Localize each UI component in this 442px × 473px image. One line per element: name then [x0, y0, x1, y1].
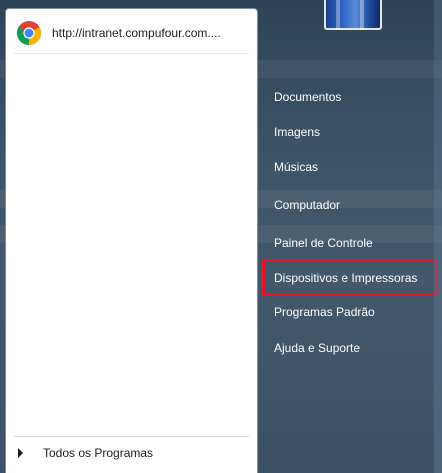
divider: [14, 53, 249, 54]
menu-item-programas-padrao[interactable]: Programas Padrão: [262, 298, 438, 326]
menu-item-imagens[interactable]: Imagens: [262, 118, 438, 146]
menu-item-computador[interactable]: Computador: [262, 191, 438, 219]
menu-item-ajuda-e-suporte[interactable]: Ajuda e Suporte: [262, 334, 438, 362]
all-programs-label: Todos os Programas: [43, 446, 154, 460]
menu-item-documentos[interactable]: Documentos: [262, 83, 438, 111]
divider: [14, 436, 249, 437]
start-menu-right-pane: Documentos Imagens Músicas Computador Pa…: [258, 0, 442, 473]
all-programs-button[interactable]: Todos os Programas: [18, 443, 153, 463]
arrow-right-icon: [18, 448, 23, 458]
menu-item-painel-de-controle[interactable]: Painel de Controle: [262, 229, 438, 257]
window-edge: [434, 0, 442, 473]
pinned-item-label: http://intranet.compufour.com....: [52, 26, 221, 40]
chrome-icon: [16, 21, 42, 45]
menu-item-dispositivos-e-impressoras[interactable]: Dispositivos e Impressoras: [262, 259, 438, 296]
menu-item-musicas[interactable]: Músicas: [262, 153, 438, 181]
start-menu-left-pane: http://intranet.compufour.com.... Todos …: [5, 8, 258, 473]
pinned-item-intranet[interactable]: http://intranet.compufour.com....: [12, 17, 252, 49]
